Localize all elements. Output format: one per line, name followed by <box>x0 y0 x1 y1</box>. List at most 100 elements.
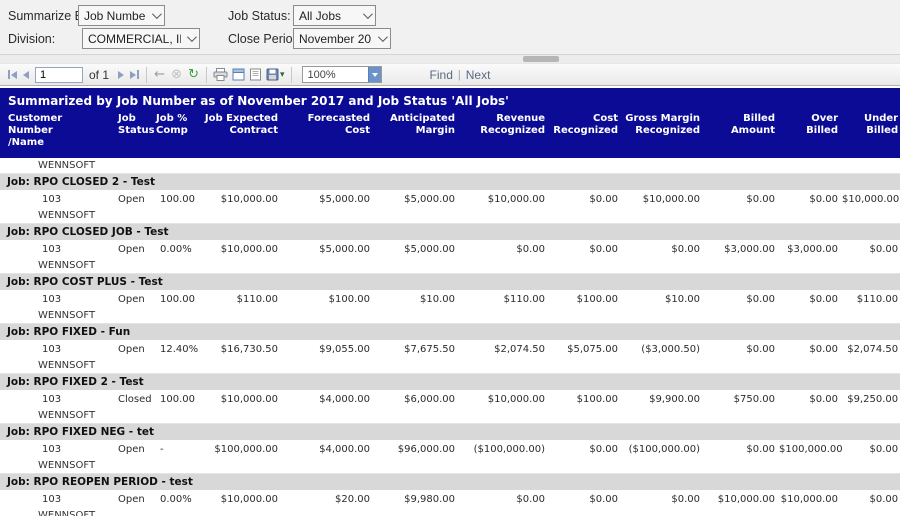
cell-cost-recognized: $100.00 <box>547 390 620 408</box>
cell-job-pct-comp: 0.00% <box>150 490 195 508</box>
customer-name: WENNSOFT <box>0 458 900 474</box>
customer-name: WENNSOFT <box>0 208 900 224</box>
customer-name: WENNSOFT <box>0 308 900 324</box>
first-page-button[interactable] <box>5 68 20 81</box>
cell-customer-number-name: 103 <box>0 290 110 308</box>
column-header-line2: Recognized <box>622 125 700 137</box>
chevron-down-icon <box>152 9 162 19</box>
chevron-down-icon <box>372 73 378 77</box>
customer-name-row: WENNSOFT <box>0 358 900 374</box>
column-header-line1: Revenue <box>459 113 545 125</box>
filter-panel: Summarize By: Job Number Division: COMME… <box>0 0 900 55</box>
job-data-row: 103Open0.00%$10,000.00$20.00$9,980.00$0.… <box>0 490 900 508</box>
cell-customer-number-name: 103 <box>0 390 110 408</box>
print-button[interactable] <box>211 67 230 82</box>
cell-anticipated-margin: $7,675.50 <box>372 340 457 358</box>
division-select[interactable]: COMMERCIAL, INDUS <box>82 28 200 49</box>
cell-job-expected-contract: $100,000.00 <box>195 440 280 458</box>
column-header-anticipated-margin: AnticipatedMargin <box>372 112 457 158</box>
prev-page-button[interactable] <box>20 69 32 81</box>
cell-job-pct-comp: 100.00 <box>150 290 195 308</box>
page-number-input[interactable] <box>35 67 83 83</box>
column-header-line2: Billed <box>842 125 898 137</box>
report-title: Summarized by Job Number as of November … <box>0 88 900 112</box>
cell-cost-recognized: $0.00 <box>547 440 620 458</box>
report-viewer-window: Summarize By: Job Number Division: COMME… <box>0 0 900 516</box>
chevron-down-icon <box>378 32 388 42</box>
column-header-line1: Gross Margin <box>622 113 700 125</box>
cell-job-pct-comp: - <box>150 440 195 458</box>
cell-cost-recognized: $0.00 <box>547 490 620 508</box>
last-page-button[interactable] <box>127 68 142 81</box>
job-data-row: 103Open-$100,000.00$4,000.00$96,000.00($… <box>0 440 900 458</box>
cell-job-status: Closed <box>110 390 150 408</box>
cell-under-billed: $2,074.50 <box>840 340 900 358</box>
customer-name-row: WENNSOFT <box>0 508 900 516</box>
job-group-header-row: Job: RPO FIXED - Fun <box>0 324 900 341</box>
printer-icon <box>213 68 228 81</box>
report-toolbar: of 1 ← ⊗ ↻ ▾ 100% Find | Next <box>0 63 900 86</box>
job-data-row: 103Open0.00%$10,000.00$5,000.00$5,000.00… <box>0 240 900 258</box>
customer-name: WENNSOFT <box>0 508 900 516</box>
find-next-separator: | <box>458 69 461 81</box>
cell-forecasted-cost: $9,055.00 <box>280 340 372 358</box>
chevron-down-icon <box>187 32 197 42</box>
close-period-select[interactable]: November 2017 <box>293 28 391 49</box>
find-link[interactable]: Find <box>430 68 453 82</box>
page-setup-button[interactable] <box>247 67 264 82</box>
column-header-line2: Recognized <box>459 125 545 137</box>
cell-under-billed: $10,000.00 <box>840 190 900 208</box>
summarize-by-select[interactable]: Job Number <box>78 5 165 26</box>
cell-forecasted-cost: $4,000.00 <box>280 390 372 408</box>
refresh-button[interactable]: ↻ <box>185 66 202 83</box>
column-header-line2: Status <box>118 125 148 137</box>
customer-name-row: WENNSOFT <box>0 308 900 324</box>
cell-billed-amount: $10,000.00 <box>702 490 777 508</box>
column-header-over-billed: OverBilled <box>777 112 840 158</box>
prev-page-icon <box>23 71 29 79</box>
export-button[interactable]: ▾ <box>264 67 287 82</box>
zoom-select[interactable]: 100% <box>302 66 382 83</box>
cell-gross-margin-recognized: ($100,000.00) <box>620 440 702 458</box>
horizontal-scrollbar[interactable] <box>0 55 900 63</box>
cell-revenue-recognized: $110.00 <box>457 290 547 308</box>
cell-job-status: Open <box>110 190 150 208</box>
cell-forecasted-cost: $20.00 <box>280 490 372 508</box>
next-link[interactable]: Next <box>466 68 491 82</box>
back-button[interactable]: ← <box>151 66 168 83</box>
zoom-dropdown-button[interactable] <box>368 67 381 82</box>
cell-over-billed: $3,000.00 <box>777 240 840 258</box>
job-group-header-row: Job: RPO CLOSED 2 - Test <box>0 174 900 191</box>
column-header-job-pct-comp: Job %Comp <box>150 112 195 158</box>
cell-anticipated-margin: $96,000.00 <box>372 440 457 458</box>
next-page-button[interactable] <box>115 69 127 81</box>
cell-revenue-recognized: $0.00 <box>457 490 547 508</box>
horizontal-scrollbar-thumb[interactable] <box>523 56 559 62</box>
print-layout-icon <box>232 68 245 81</box>
division-value: COMMERCIAL, INDUS <box>88 32 181 46</box>
column-header-line1: Customer Number <box>8 113 108 137</box>
cell-over-billed: $100,000.00 <box>777 440 840 458</box>
close-period-value: November 2017 <box>299 32 372 46</box>
column-header-line2: Amount <box>704 125 775 137</box>
cell-over-billed: $0.00 <box>777 390 840 408</box>
job-status-select[interactable]: All Jobs <box>293 5 376 26</box>
cell-billed-amount: $750.00 <box>702 390 777 408</box>
first-page-icon <box>8 70 10 79</box>
cell-job-expected-contract: $10,000.00 <box>195 190 280 208</box>
customer-name: WENNSOFT <box>0 408 900 424</box>
job-group-label: Job: RPO CLOSED JOB - Test <box>0 224 900 241</box>
job-group-label: Job: RPO FIXED 2 - Test <box>0 374 900 391</box>
cell-job-status: Open <box>110 290 150 308</box>
print-layout-button[interactable] <box>230 67 247 82</box>
column-header-line2: Cost <box>282 125 370 137</box>
cell-anticipated-margin: $5,000.00 <box>372 240 457 258</box>
cell-customer-number-name: 103 <box>0 440 110 458</box>
column-header-line2: Margin <box>374 125 455 137</box>
job-group-header-row: Job: RPO FIXED NEG - tet <box>0 424 900 441</box>
toolbar-separator <box>146 67 147 83</box>
stop-button[interactable]: ⊗ <box>168 66 185 83</box>
cell-cost-recognized: $0.00 <box>547 190 620 208</box>
job-group-header-row: Job: RPO REOPEN PERIOD - test <box>0 474 900 491</box>
cell-job-status: Open <box>110 440 150 458</box>
